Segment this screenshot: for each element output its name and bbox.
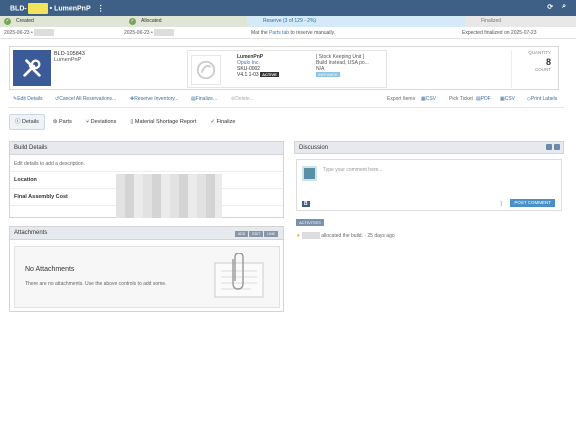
panel-title: Discussion [294,141,564,154]
discussion-header-icons [546,144,560,150]
wrench-screwdriver-icon [23,59,41,77]
attach-icon[interactable]: ⌇ [500,200,503,208]
post-comment-button[interactable]: POST COMMENT [510,199,555,207]
pick-csv-button[interactable]: ▦ CSV [500,94,515,104]
created-date: 2025-06-23 • [0,27,120,38]
finalize-button[interactable]: ▤ Finalize... [191,94,217,104]
stage-dates: 2025-06-23 • 2025-06-23 • Mat the Parts … [0,27,576,39]
tab-details[interactable]: ⓘ Details [9,114,45,130]
star-icon: ★ [296,233,301,239]
build-details-panel: Build Details Edit details to add a desc… [9,141,284,218]
search-icon[interactable]: ⌕ [562,3,566,11]
bold-button[interactable]: B [302,201,310,207]
activities-button[interactable]: ACTIVITIES [296,219,324,226]
avatar [302,166,317,181]
tab-bar: ⓘ Details ⊜ Parts ⑂ Deviations ▯ Materia… [9,114,241,130]
paperclip-icon [214,253,264,298]
settings-icon[interactable] [554,144,560,150]
status-badge: ACTIVE [260,72,279,77]
build-logo [13,50,51,86]
activity-entry: ★ allocated the build. · 25 days ago [296,232,395,240]
tab-material-shortage[interactable]: ▯ Material Shortage Report [124,114,202,130]
pick-pdf-button[interactable]: ▤ PDF [476,94,491,104]
redacted-highlight [27,2,48,14]
stage-finalized: Finalized [465,16,576,27]
build-title: BLD- • LumenPnP [10,2,91,14]
refresh-icon[interactable]: ⟳ [547,3,553,11]
part-card[interactable]: LumenPnP Opulo Inc. SKU-0002 V4.1.1-03 A… [187,50,387,88]
reserve-inventory-button[interactable]: ✥ Reserve Inventory... [130,94,179,104]
stage-allocated: ✓ Allocated [125,16,247,27]
part-info: LumenPnP Opulo Inc. SKU-0002 V4.1.1-03 A… [237,54,279,78]
build-identity: BLD-105843 LumenPnP [54,51,85,63]
more-menu-icon[interactable]: ⋮ [97,4,105,13]
add-attachment-button[interactable]: ADD [234,231,249,237]
redacted-values [116,174,222,218]
part-stock-info: [ Stock Keeping Unit ] Build Instead, US… [316,54,369,77]
panel-title: Build Details [10,142,283,155]
export-items-label: Export Items [387,96,416,102]
divider [9,107,564,108]
action-bar: ✎ Edit Details ↺ Cancel All Reservations… [9,94,564,104]
tab-parts[interactable]: ⊜ Parts [47,114,78,130]
attachments-panel: Attachments ADD EDIT LINK No Attachments… [9,226,284,312]
delete-button[interactable]: ⊘ Delete... [231,94,254,104]
instance-badge: INSTANCE [316,72,340,77]
check-icon: ✓ [4,18,11,25]
check-icon: ✓ [129,18,136,25]
link-attachment-button[interactable]: LINK [264,231,278,237]
comment-box: Type your comment here... B ⌇ POST COMME… [296,159,562,211]
reserve-note: Mat the Parts tab to reserve manually. [251,30,336,36]
discussion-panel: Discussion Type your comment here... B ⌇… [294,141,564,244]
opulo-logo-icon [191,55,221,85]
stage-reserve: Reserve (3 of 129 - 2%) [247,16,465,27]
comment-input[interactable]: Type your comment here... [323,167,382,173]
allocated-date: 2025-06-23 • [120,27,247,38]
print-labels-button[interactable]: ◇ Print Labels [527,94,557,104]
tab-finalize[interactable]: ✓ Finalize [204,114,241,130]
pick-ticket-label: Pick Ticket [449,96,473,102]
edit-attachment-button[interactable]: EDIT [249,231,264,237]
stage-progress: ✓ Created ✓ Allocated Reserve (3 of 129 - … [0,16,576,27]
cancel-reservations-button[interactable]: ↺ Cancel All Reservations... [55,94,116,104]
quantity-box: QUANTITY 8 COUNT [511,50,555,88]
finalized-date: Expected finalized on 2025-07-23 [462,30,537,36]
tab-deviations[interactable]: ⑂ Deviations [80,114,123,130]
description-placeholder[interactable]: Edit details to add a description. [10,155,283,172]
subscribe-icon[interactable] [546,144,552,150]
stage-created: ✓ Created [0,16,125,27]
attachment-controls: ADD EDIT LINK [234,231,278,237]
build-header-card: BLD-105843 LumenPnP LumenPnP Opulo Inc. … [9,46,559,90]
parts-tab-link[interactable]: Parts tab [269,30,289,36]
export-csv-button[interactable]: ▦ CSV [421,94,436,104]
empty-attachments: No Attachments There are no attachments.… [14,246,280,308]
top-bar: BLD- • LumenPnP ⋮ ⟳ ⌕ [0,0,576,16]
quantity-value: 8 [545,57,551,67]
edit-details-button[interactable]: ✎ Edit Details [13,94,43,104]
